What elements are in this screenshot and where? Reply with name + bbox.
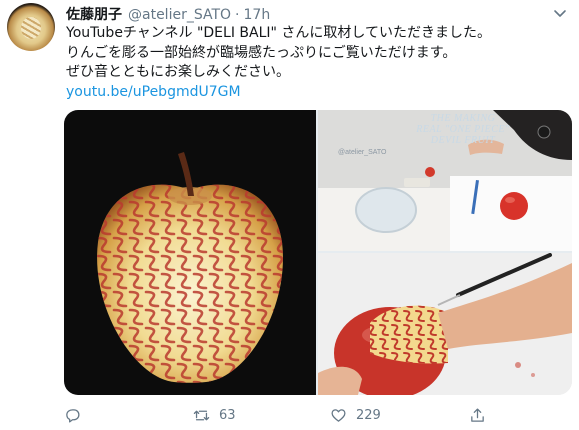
separator-dot: · <box>235 7 240 23</box>
retweet-icon <box>193 410 210 420</box>
tweet-line: りんごを彫る一部始終が臨場感たっぷりにご覧いただけます。 <box>66 44 457 61</box>
media-grid[interactable]: THE MAKING REAL "ONE PIECE" DEVIL FRUIT … <box>64 110 572 395</box>
tweet-line: YouTubeチャンネル "DELI BALI" さんに取材していただきました。 <box>66 25 491 41</box>
overlay-line: REAL "ONE PIECE" <box>416 124 510 135</box>
author-handle[interactable]: @atelier_SATO <box>128 7 231 23</box>
chevron-down-icon[interactable] <box>553 6 567 20</box>
hand-carving-image <box>318 253 572 395</box>
heart-icon <box>331 408 346 422</box>
video-overlay-title: THE MAKING REAL "ONE PIECE" DEVIL FRUIT <box>398 113 528 146</box>
watermark: @atelier_SATO <box>338 149 387 156</box>
reply-icon <box>66 408 80 423</box>
overlay-line: THE MAKING <box>430 113 496 124</box>
share-button[interactable] <box>469 404 486 426</box>
tweet-line: ぜひ音とともにお楽しみください。 <box>66 64 290 80</box>
tweet-card[interactable]: 佐藤朋子 @atelier_SATO · 17h YouTubeチャンネル "D… <box>0 0 579 430</box>
share-icon <box>471 407 484 422</box>
retweet-count: 63 <box>219 407 236 423</box>
video-still-photo[interactable]: THE MAKING REAL "ONE PIECE" DEVIL FRUIT … <box>318 110 572 251</box>
overlay-line: DEVIL FRUIT <box>430 135 496 146</box>
author-name[interactable]: 佐藤朋子 <box>66 4 122 24</box>
carved-apple-image <box>97 152 283 383</box>
retweet-button[interactable]: 63 <box>193 404 236 426</box>
carved-apple-photo[interactable] <box>64 110 316 395</box>
avatar[interactable] <box>7 3 55 51</box>
tweet-actions: 63 229 <box>64 404 572 426</box>
like-count: 229 <box>356 407 381 423</box>
tweet-timestamp[interactable]: 17h <box>244 7 271 23</box>
tweet-text: YouTubeチャンネル "DELI BALI" さんに取材していただきました。… <box>66 24 571 102</box>
like-button[interactable]: 229 <box>330 404 381 426</box>
tweet-header: 佐藤朋子 @atelier_SATO · 17h <box>66 4 271 24</box>
youtube-link[interactable]: youtu.be/uPebgmdU7GM <box>66 83 571 103</box>
hand-carving-photo[interactable] <box>318 253 572 395</box>
reply-button[interactable] <box>64 404 81 426</box>
